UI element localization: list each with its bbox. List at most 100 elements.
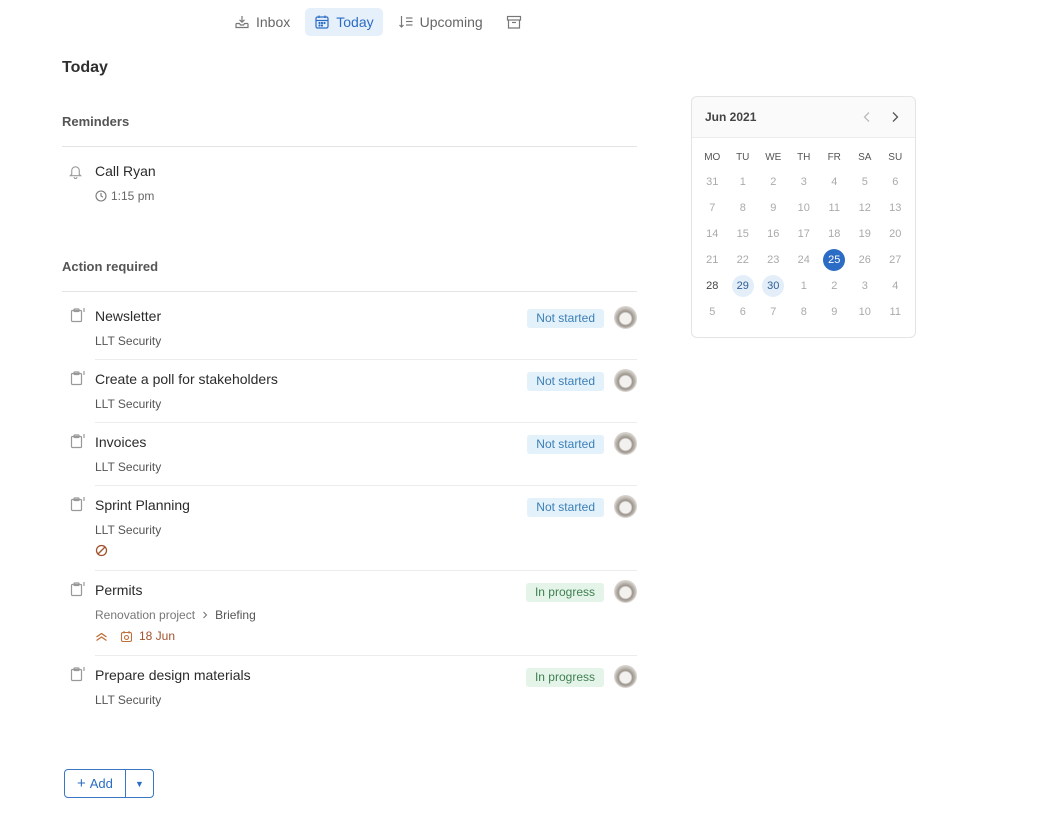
calendar-day[interactable]: 2 bbox=[758, 169, 789, 195]
add-button[interactable]: + Add bbox=[65, 770, 126, 797]
calendar-day[interactable]: 9 bbox=[758, 195, 789, 221]
calendar-day[interactable]: 9 bbox=[819, 299, 850, 325]
task-row[interactable]: Sprint Planning LLT Security Not started bbox=[62, 489, 637, 571]
avatar[interactable] bbox=[614, 306, 637, 329]
status-badge[interactable]: Not started bbox=[527, 435, 604, 454]
status-badge[interactable]: Not started bbox=[527, 309, 604, 328]
chevron-right-icon bbox=[203, 611, 208, 619]
prev-month-button[interactable] bbox=[860, 110, 874, 124]
calendar-day[interactable]: 29 bbox=[728, 273, 759, 299]
calendar-day[interactable]: 4 bbox=[819, 169, 850, 195]
next-month-button[interactable] bbox=[888, 110, 902, 124]
calendar-day[interactable]: 17 bbox=[789, 221, 820, 247]
chevron-right-icon bbox=[892, 112, 899, 122]
calendar-day[interactable]: 10 bbox=[850, 299, 881, 325]
calendar-day[interactable]: 5 bbox=[850, 169, 881, 195]
chevron-left-icon bbox=[863, 112, 870, 122]
calendar-day[interactable]: 27 bbox=[880, 247, 911, 273]
calendar-day[interactable]: 2 bbox=[819, 273, 850, 299]
calendar-day[interactable]: 25 bbox=[819, 247, 850, 273]
calendar-weekday-label: MO bbox=[704, 152, 721, 163]
tab-inbox[interactable]: Inbox bbox=[225, 8, 299, 36]
calendar-month: Jun 2021 bbox=[705, 110, 757, 124]
calendar-day[interactable]: 8 bbox=[789, 299, 820, 325]
clipboard-icon bbox=[70, 434, 85, 449]
calendar-day[interactable]: 21 bbox=[697, 247, 728, 273]
calendar-day[interactable]: 31 bbox=[697, 169, 728, 195]
calendar-day[interactable]: 11 bbox=[880, 299, 911, 325]
tab-archive[interactable] bbox=[498, 8, 530, 36]
due-date-icon bbox=[120, 630, 133, 642]
task-row[interactable]: Invoices LLT Security Not started bbox=[62, 426, 637, 486]
calendar-day[interactable]: 10 bbox=[789, 195, 820, 221]
calendar-day-number: 10 bbox=[858, 306, 871, 318]
calendar-day[interactable]: 14 bbox=[697, 221, 728, 247]
avatar[interactable] bbox=[614, 369, 637, 392]
status-badge[interactable]: Not started bbox=[527, 498, 604, 517]
reminder-item[interactable]: Call Ryan 1:15 pm bbox=[62, 160, 637, 210]
reminder-time-text: 1:15 pm bbox=[111, 189, 155, 203]
calendar-day[interactable]: 7 bbox=[758, 299, 789, 325]
status-badge[interactable]: In progress bbox=[525, 583, 604, 602]
task-project-name: LLT Security bbox=[95, 523, 162, 537]
divider bbox=[95, 655, 637, 656]
calendar-day-number: 4 bbox=[831, 176, 838, 188]
calendar-day[interactable]: 28 bbox=[697, 273, 728, 299]
calendar-day[interactable]: 7 bbox=[697, 195, 728, 221]
calendar-day-number: 11 bbox=[889, 306, 901, 318]
blocked-icon bbox=[95, 544, 108, 557]
calendar-day[interactable]: 16 bbox=[758, 221, 789, 247]
calendar-day[interactable]: 4 bbox=[880, 273, 911, 299]
calendar-grid: MO TU WE TH FR SA SU 31 1 2 3 4 5 6 7 8 9 10 11 12 13 14 15 16 1… bbox=[697, 147, 911, 325]
clipboard-icon bbox=[70, 497, 85, 512]
calendar-day[interactable]: 12 bbox=[850, 195, 881, 221]
calendar-day-number: 27 bbox=[889, 254, 902, 266]
calendar-day-number: 5 bbox=[709, 306, 716, 318]
calendar-day[interactable]: 6 bbox=[880, 169, 911, 195]
avatar[interactable] bbox=[614, 665, 637, 688]
task-section-name[interactable]: Briefing bbox=[215, 608, 256, 622]
calendar-day[interactable]: 8 bbox=[728, 195, 759, 221]
task-row[interactable]: Create a poll for stakeholders LLT Secur… bbox=[62, 363, 637, 423]
calendar-day[interactable]: 23 bbox=[758, 247, 789, 273]
status-badge[interactable]: In progress bbox=[525, 668, 604, 687]
bell-icon bbox=[68, 166, 83, 179]
task-row[interactable]: Prepare design materials LLT Security In… bbox=[62, 659, 637, 719]
calendar-day-number: 9 bbox=[831, 306, 838, 318]
avatar[interactable] bbox=[614, 432, 637, 455]
calendar-day[interactable]: 22 bbox=[728, 247, 759, 273]
calendar-day-number: 1 bbox=[800, 280, 807, 292]
status-badge[interactable]: Not started bbox=[527, 372, 604, 391]
tab-inbox-label: Inbox bbox=[256, 14, 291, 30]
calendar-day[interactable]: 15 bbox=[728, 221, 759, 247]
calendar-day[interactable]: 26 bbox=[850, 247, 881, 273]
calendar-day[interactable]: 18 bbox=[819, 221, 850, 247]
calendar-day[interactable]: 1 bbox=[789, 273, 820, 299]
calendar-day[interactable]: 30 bbox=[758, 273, 789, 299]
calendar-day-number: 10 bbox=[797, 202, 810, 214]
calendar-day[interactable]: 13 bbox=[880, 195, 911, 221]
calendar-day[interactable]: 6 bbox=[728, 299, 759, 325]
task-row[interactable]: Permits Renovation project Briefing 18 J… bbox=[62, 574, 637, 656]
calendar-day[interactable]: 19 bbox=[850, 221, 881, 247]
calendar-day[interactable]: 1 bbox=[728, 169, 759, 195]
top-nav: Inbox Today Upcoming bbox=[225, 8, 530, 36]
calendar-day[interactable]: 5 bbox=[697, 299, 728, 325]
task-project-name: LLT Security bbox=[95, 460, 162, 474]
avatar[interactable] bbox=[614, 580, 637, 603]
calendar-day[interactable]: 3 bbox=[789, 169, 820, 195]
tab-upcoming[interactable]: Upcoming bbox=[389, 8, 492, 36]
calendar-day-number: 3 bbox=[861, 280, 868, 292]
calendar-day[interactable]: 20 bbox=[880, 221, 911, 247]
calendar-day-number: 8 bbox=[739, 202, 746, 214]
add-dropdown-button[interactable]: ▼ bbox=[126, 770, 153, 797]
tab-today[interactable]: Today bbox=[305, 8, 383, 36]
avatar[interactable] bbox=[614, 495, 637, 518]
calendar-day[interactable]: 3 bbox=[850, 273, 881, 299]
task-title: Prepare design materials bbox=[95, 667, 251, 683]
task-project-name[interactable]: Renovation project bbox=[95, 608, 195, 622]
calendar-day[interactable]: 24 bbox=[789, 247, 820, 273]
calendar-day[interactable]: 11 bbox=[819, 195, 850, 221]
task-row[interactable]: Newsletter LLT Security Not started bbox=[62, 300, 637, 360]
calendar-day-number: 2 bbox=[831, 280, 838, 292]
